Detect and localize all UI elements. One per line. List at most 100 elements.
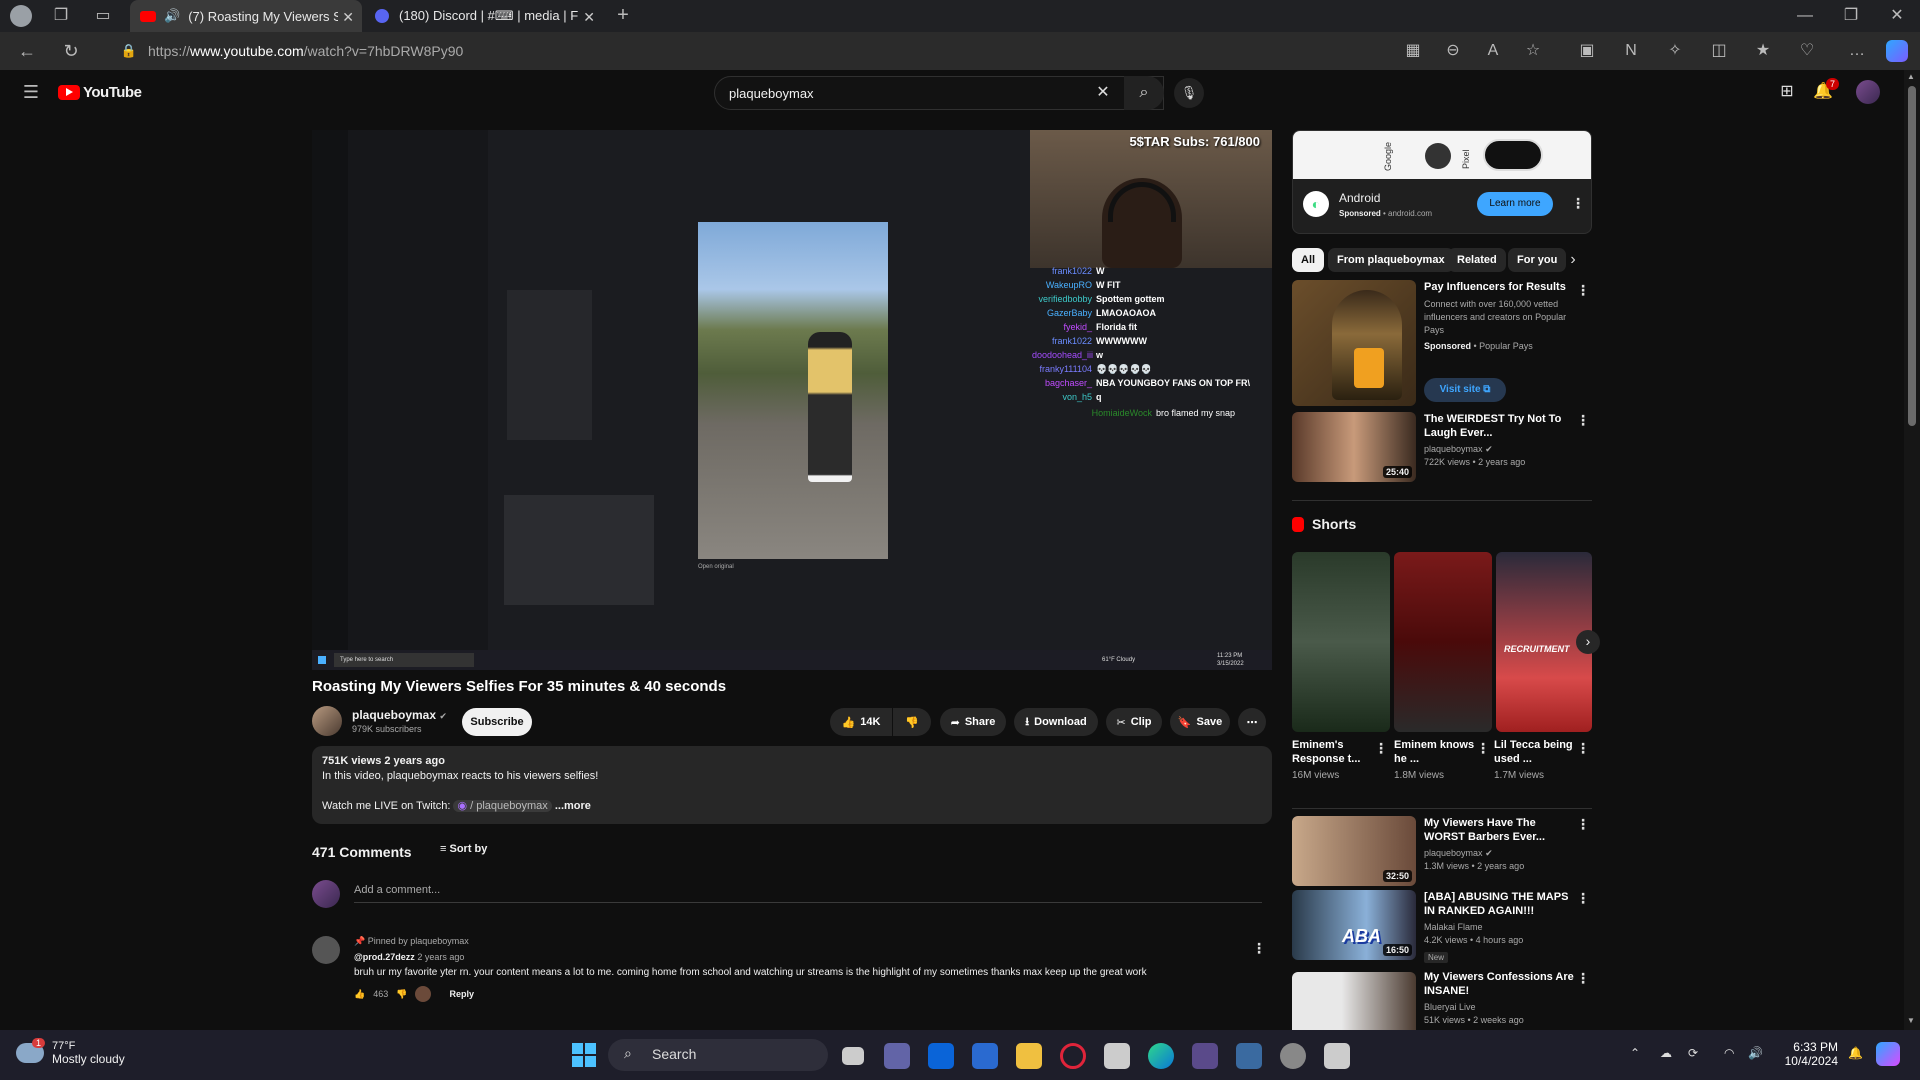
account-avatar[interactable]	[1856, 80, 1880, 104]
open-original-link[interactable]: Open original	[698, 564, 734, 570]
copilot-taskbar-icon[interactable]	[1876, 1042, 1900, 1066]
mail-icon[interactable]	[928, 1043, 954, 1069]
sort-by-button[interactable]: ≡ Sort by	[440, 843, 487, 855]
channel-name[interactable]: plaqueboymax ✔	[352, 708, 447, 722]
channel-avatar[interactable]	[312, 706, 342, 736]
youtube-logo[interactable]: YouTube	[58, 84, 142, 101]
refresh-icon[interactable]: ↻	[60, 41, 82, 61]
active-app-icon[interactable]	[1236, 1043, 1262, 1069]
reply-button[interactable]: Reply	[449, 989, 474, 999]
video-description[interactable]: 751K views 2 years ago In this video, pl…	[312, 746, 1272, 824]
video-player[interactable]: 5$TAR Subs: 761/800 Open original frank1…	[312, 130, 1272, 670]
shorts-next-button[interactable]: ›	[1576, 630, 1600, 654]
clip-button[interactable]: ✂ Clip	[1106, 708, 1162, 736]
tab-actions-icon[interactable]: ▭	[92, 6, 114, 26]
app-available-icon[interactable]: ▦	[1402, 41, 1424, 61]
dislike-button[interactable]: 👎	[893, 708, 931, 736]
scrollbar-thumb[interactable]	[1908, 86, 1916, 426]
ad-card[interactable]: Google Pixel ◐ Android Sponsored • andro…	[1292, 130, 1592, 234]
ad2-info[interactable]: Pay Influencers for Results Connect with…	[1424, 280, 1574, 353]
new-tab-icon[interactable]: +	[612, 5, 634, 25]
tray-chevron-icon[interactable]: ⌃	[1630, 1046, 1640, 1060]
scrollbar-up-icon[interactable]: ▲	[1907, 72, 1915, 81]
learn-more-button[interactable]: Learn more	[1477, 192, 1553, 216]
extension-icon[interactable]: ▣	[1576, 41, 1598, 61]
tray-sync-icon[interactable]: ⟳	[1688, 1046, 1698, 1060]
commenter-avatar[interactable]	[312, 936, 340, 964]
weather-widget[interactable]: 1 77°F Mostly cloudy	[16, 1038, 125, 1066]
tray-cloud-icon[interactable]: ☁	[1660, 1046, 1672, 1060]
taskbar-search[interactable]: ⌕ Search	[608, 1039, 828, 1071]
url-field[interactable]: 🔒 https://www.youtube.com/watch?v=7hbDRW…	[112, 36, 1412, 66]
start-button[interactable]	[572, 1043, 596, 1067]
tab-audio-icon[interactable]: 🔊	[164, 8, 180, 24]
settings-more-icon[interactable]: …	[1846, 41, 1868, 61]
rec-more-icon[interactable]: ⋮	[1576, 970, 1590, 987]
chip-related[interactable]: Related	[1448, 248, 1506, 272]
short-thumbnail[interactable]	[1292, 552, 1390, 732]
save-button[interactable]: 🔖 Save	[1170, 708, 1230, 736]
tab-close-icon[interactable]: ✕	[342, 9, 354, 26]
subscribe-button[interactable]: Subscribe	[462, 708, 532, 736]
rec-thumbnail[interactable]: 25:40	[1292, 412, 1416, 482]
search-button[interactable]: ⌕	[1124, 76, 1164, 110]
favorites-icon[interactable]: ★	[1752, 41, 1774, 61]
notification-bell-icon[interactable]: 🔔	[1848, 1046, 1863, 1060]
ad2-more-icon[interactable]: ⋮	[1576, 282, 1590, 299]
ad-more-icon[interactable]: ⋮	[1571, 195, 1585, 212]
settings-icon[interactable]	[1280, 1043, 1306, 1069]
clock[interactable]: 6:33 PM 10/4/2024	[1768, 1040, 1838, 1068]
visit-site-button[interactable]: Visit site ⧉	[1424, 378, 1506, 402]
page-scrollbar[interactable]: ▲ ▼	[1904, 70, 1920, 1030]
add-comment-input[interactable]: Add a comment...	[354, 884, 1262, 903]
short-more-icon[interactable]: ⋮	[1476, 740, 1490, 757]
opera-icon[interactable]	[1060, 1043, 1086, 1069]
short-info[interactable]: Eminem knows he ... 1.8M views	[1394, 738, 1478, 782]
volume-icon[interactable]: 🔊	[1748, 1046, 1763, 1060]
rec-more-icon[interactable]: ⋮	[1576, 890, 1590, 907]
maximize-icon[interactable]: ❐	[1840, 6, 1862, 26]
app-icon[interactable]	[1324, 1043, 1350, 1069]
ad2-thumbnail[interactable]	[1292, 280, 1416, 406]
extension-n-icon[interactable]: N	[1620, 41, 1642, 61]
short-info[interactable]: Lil Tecca being used ... 1.7M views	[1494, 738, 1578, 782]
store-icon[interactable]	[972, 1043, 998, 1069]
rec-more-icon[interactable]: ⋮	[1576, 412, 1590, 429]
twitch-link[interactable]: ◉ / plaqueboymax	[453, 800, 552, 812]
app-icon[interactable]	[1104, 1043, 1130, 1069]
short-thumbnail[interactable]	[1394, 552, 1492, 732]
rec-thumbnail[interactable]: 32:50	[1292, 816, 1416, 886]
comment-dislike-icon[interactable]: 👎	[396, 989, 407, 1000]
edge-icon[interactable]	[1148, 1043, 1174, 1069]
back-icon[interactable]: ←	[16, 41, 38, 61]
rec-more-icon[interactable]: ⋮	[1576, 816, 1590, 833]
more-link[interactable]: ...more	[555, 800, 591, 812]
tab-discord[interactable]: (180) Discord | #⌨ | media | Fla ✕	[365, 0, 603, 32]
rec-info[interactable]: The WEIRDEST Try Not To Laugh Ever... pl…	[1424, 412, 1574, 469]
teams-icon[interactable]	[884, 1043, 910, 1069]
minimize-icon[interactable]: —	[1794, 6, 1816, 26]
profile-avatar[interactable]	[10, 5, 32, 27]
chips-next-icon[interactable]: ›	[1562, 250, 1584, 270]
like-button[interactable]: 👍 14K	[830, 708, 892, 736]
rec-thumbnail[interactable]: ABA 16:50	[1292, 890, 1416, 960]
rec-info[interactable]: [ABA] ABUSING THE MAPS IN RANKED AGAIN!!…	[1424, 890, 1574, 965]
fox-app-icon[interactable]	[1192, 1043, 1218, 1069]
file-explorer-icon[interactable]	[1016, 1043, 1042, 1069]
share-button[interactable]: ➦ Share	[940, 708, 1006, 736]
comment-like-icon[interactable]: 👍	[354, 989, 365, 1000]
clear-search-icon[interactable]: ✕	[1092, 83, 1114, 103]
short-more-icon[interactable]: ⋮	[1576, 740, 1590, 757]
read-aloud-icon[interactable]: A	[1482, 41, 1504, 61]
chip-all[interactable]: All	[1292, 248, 1325, 272]
voice-search-button[interactable]: 🎙	[1174, 78, 1204, 108]
rec-info[interactable]: My Viewers Confessions Are INSANE! Bluer…	[1424, 970, 1574, 1027]
wifi-icon[interactable]: ◠	[1724, 1046, 1734, 1060]
extensions-puzzle-icon[interactable]: ✧	[1664, 41, 1686, 61]
task-view-icon[interactable]	[842, 1047, 864, 1065]
comment-author[interactable]: @prod.27dezz	[354, 952, 415, 962]
chip-from-plaqueboymax[interactable]: From plaqueboymax	[1328, 248, 1454, 272]
scrollbar-down-icon[interactable]: ▼	[1907, 1016, 1915, 1025]
download-button[interactable]: ⭳ Download	[1014, 708, 1098, 736]
more-actions-button[interactable]: ⋯	[1238, 708, 1266, 736]
